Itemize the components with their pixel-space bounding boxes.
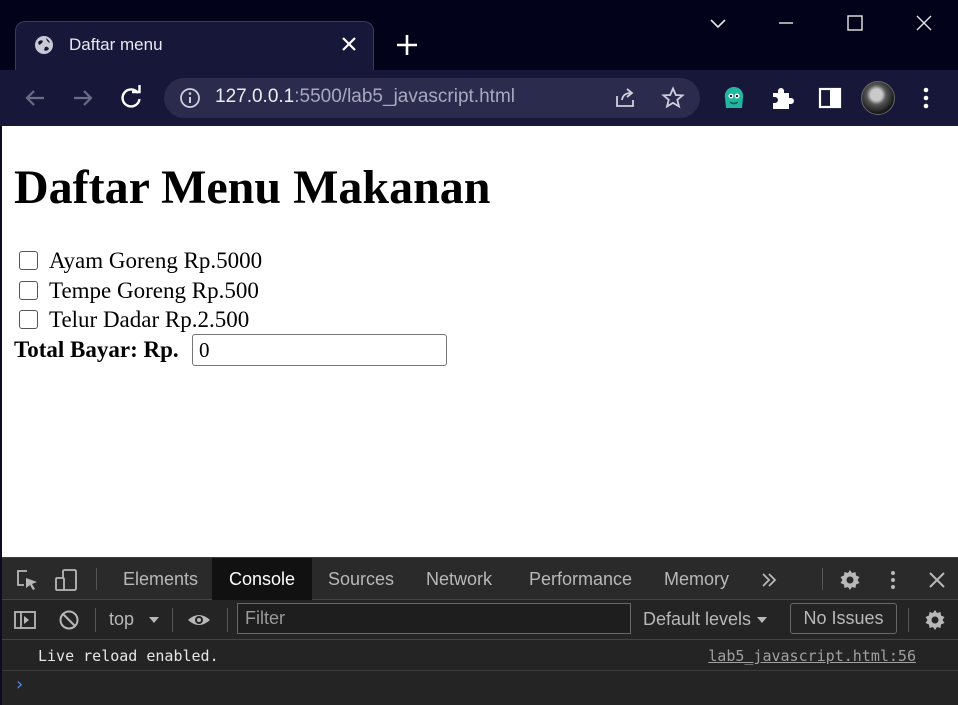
extension-icon[interactable] — [720, 84, 748, 112]
page-viewport: Daftar Menu Makanan Ayam Goreng Rp.5000 … — [2, 126, 958, 557]
tab-network[interactable]: Network — [409, 558, 509, 600]
url-text[interactable]: 127.0.0.1:5500/lab5_javascript.html — [215, 86, 515, 108]
toolbar-divider — [822, 568, 823, 590]
address-bar[interactable]: 127.0.0.1:5500/lab5_javascript.html — [164, 78, 700, 118]
tab-search-icon[interactable] — [703, 8, 733, 38]
log-levels-dropdown[interactable]: Default levels — [643, 609, 751, 630]
context-selector[interactable]: top — [109, 609, 134, 630]
more-tabs-icon[interactable] — [756, 567, 782, 593]
dropdown-arrow-icon[interactable] — [141, 607, 167, 633]
new-tab-icon[interactable] — [395, 33, 419, 57]
url-host: 127.0.0.1 — [215, 86, 295, 107]
inspect-element-icon[interactable] — [14, 567, 40, 593]
menu-checkbox[interactable] — [19, 251, 38, 270]
side-panel-icon[interactable] — [816, 84, 844, 112]
toolbar-divider — [96, 568, 97, 590]
reload-icon[interactable] — [118, 85, 144, 111]
tab-memory[interactable]: Memory — [647, 558, 746, 600]
issues-button[interactable]: No Issues — [790, 603, 897, 634]
tab-sources[interactable]: Sources — [311, 558, 411, 600]
tab-performance[interactable]: Performance — [512, 558, 649, 600]
console-prompt[interactable]: › — [14, 674, 25, 695]
browser-tab[interactable]: Daftar menu — [15, 21, 374, 70]
url-path: :5500/lab5_javascript.html — [294, 86, 515, 107]
title-bar: Daftar menu — [0, 0, 958, 70]
filter-input[interactable] — [237, 603, 631, 634]
minimize-icon[interactable] — [771, 8, 801, 38]
page-title: Daftar Menu Makanan — [14, 161, 491, 214]
menu-item-label: Tempe Goreng Rp.500 — [49, 278, 259, 303]
globe-icon — [35, 36, 53, 54]
console-divider — [2, 670, 958, 671]
levels-dropdown-arrow-icon[interactable] — [749, 607, 775, 633]
devtools-panel: Elements Console Sources Network Perform… — [2, 557, 958, 705]
close-devtools-icon[interactable] — [924, 567, 950, 593]
window-close-icon[interactable] — [909, 8, 939, 38]
toolbar-divider — [908, 608, 909, 632]
toolbar-divider — [95, 608, 96, 632]
devtools-tabbar: Elements Console Sources Network Perform… — [2, 557, 958, 600]
menu-item-label: Telur Dadar Rp.2.500 — [49, 307, 250, 332]
maximize-icon[interactable] — [840, 8, 870, 38]
menu-checkbox[interactable] — [19, 281, 38, 300]
live-expression-eye-icon[interactable] — [186, 607, 212, 633]
device-toolbar-icon[interactable] — [53, 567, 79, 593]
menu-kebab-icon[interactable] — [912, 84, 940, 112]
console-settings-gear-icon[interactable] — [922, 607, 948, 633]
total-label: Total Bayar: Rp. — [14, 337, 179, 362]
clear-console-icon[interactable] — [56, 607, 82, 633]
settings-gear-icon[interactable] — [837, 567, 863, 593]
tab-title: Daftar menu — [69, 35, 163, 54]
sidebar-toggle-icon[interactable] — [12, 607, 38, 633]
profile-avatar[interactable] — [861, 81, 895, 115]
devtools-menu-icon[interactable] — [880, 567, 906, 593]
total-field[interactable] — [192, 334, 447, 366]
bookmark-star-icon[interactable] — [661, 86, 685, 110]
tab-console[interactable]: Console — [212, 558, 313, 600]
browser-toolbar: 127.0.0.1:5500/lab5_javascript.html — [0, 70, 958, 126]
extensions-puzzle-icon[interactable] — [768, 84, 796, 112]
menu-item-label: Ayam Goreng Rp.5000 — [49, 248, 263, 273]
back-icon[interactable] — [22, 85, 48, 111]
forward-icon[interactable] — [70, 85, 96, 111]
toolbar-divider — [227, 608, 228, 632]
tab-elements[interactable]: Elements — [106, 558, 215, 600]
console-source-link[interactable]: lab5_javascript.html:56 — [708, 647, 916, 665]
toolbar-divider — [172, 608, 173, 632]
menu-checkbox[interactable] — [19, 310, 38, 329]
close-tab-icon[interactable] — [339, 34, 359, 54]
share-icon[interactable] — [613, 86, 637, 110]
console-message: Live reload enabled. — [38, 647, 219, 665]
site-info-icon[interactable] — [179, 87, 201, 109]
console-toolbar: top Default levels No Issues — [2, 600, 958, 640]
